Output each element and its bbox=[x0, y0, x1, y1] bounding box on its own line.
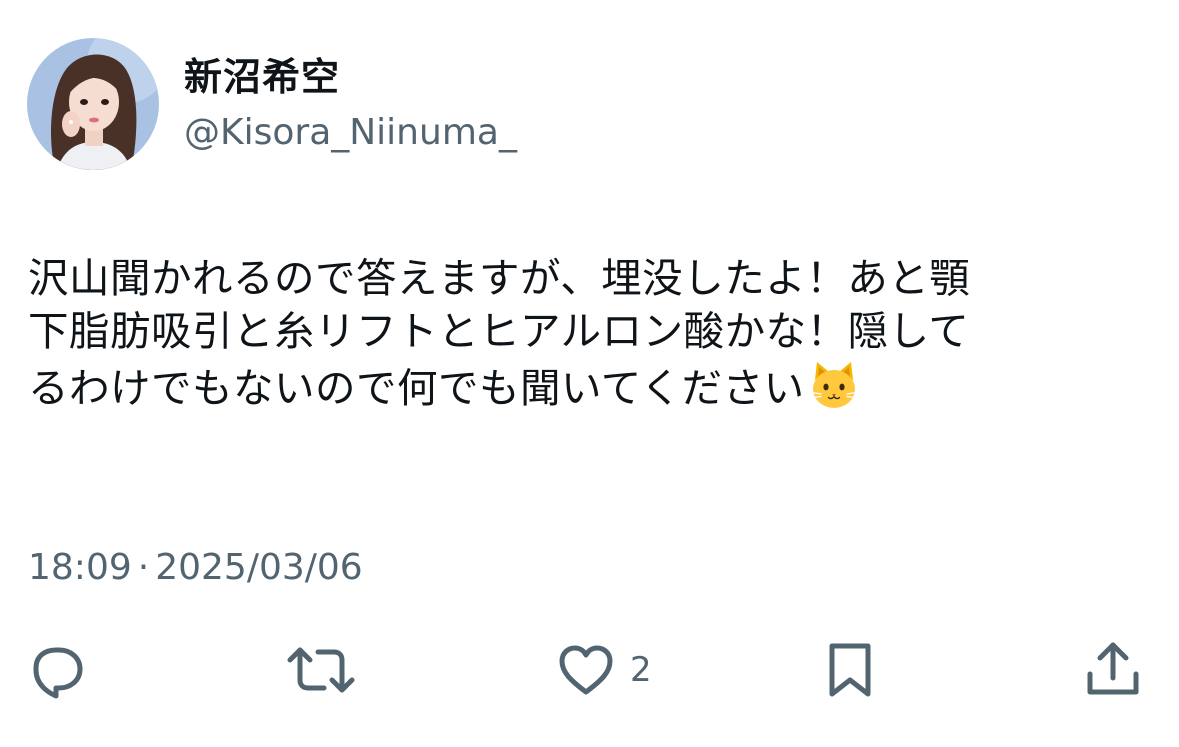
like-button[interactable]: 2 bbox=[556, 640, 652, 700]
share-button[interactable] bbox=[1084, 640, 1142, 700]
tweet-text-line: るわけでもないので何でも聞いてください bbox=[28, 358, 1148, 412]
avatar-image bbox=[27, 38, 159, 170]
timestamp[interactable]: 18:09 · 2025/03/06 bbox=[28, 544, 363, 592]
reply-icon bbox=[33, 647, 83, 699]
post-date: 2025/03/06 bbox=[155, 547, 363, 588]
like-icon bbox=[559, 645, 613, 695]
tweet-text-line: 下脂肪吸引と糸リフトとヒアルロン酸かな！隠して bbox=[28, 307, 970, 355]
bookmark-button[interactable] bbox=[826, 640, 874, 700]
repost-button[interactable] bbox=[286, 640, 356, 700]
share-icon bbox=[1087, 642, 1139, 695]
repost-icon bbox=[287, 647, 355, 693]
bookmark-icon bbox=[829, 643, 871, 697]
like-count: 2 bbox=[630, 650, 652, 690]
tweet-card: 新沼希空 @Kisora_Niinuma_ 沢山聞かれるので答えますが、埋没した… bbox=[0, 0, 1179, 747]
cat-face-emoji bbox=[807, 358, 861, 412]
tweet-text-line: 沢山聞かれるので答えますが、埋没したよ！あと顎 bbox=[28, 254, 971, 302]
user-handle[interactable]: @Kisora_Niinuma_ bbox=[184, 108, 517, 158]
timestamp-separator: · bbox=[137, 547, 150, 588]
display-name[interactable]: 新沼希空 bbox=[184, 52, 340, 102]
avatar[interactable] bbox=[27, 38, 159, 170]
tweet-text: 沢山聞かれるので答えますが、埋没したよ！あと顎 下脂肪吸引と糸リフトとヒアルロン… bbox=[28, 252, 1148, 412]
reply-button[interactable] bbox=[26, 640, 88, 700]
post-time: 18:09 bbox=[28, 547, 132, 588]
tweet-text-line-content: るわけでもないので何でも聞いてください bbox=[28, 364, 805, 412]
